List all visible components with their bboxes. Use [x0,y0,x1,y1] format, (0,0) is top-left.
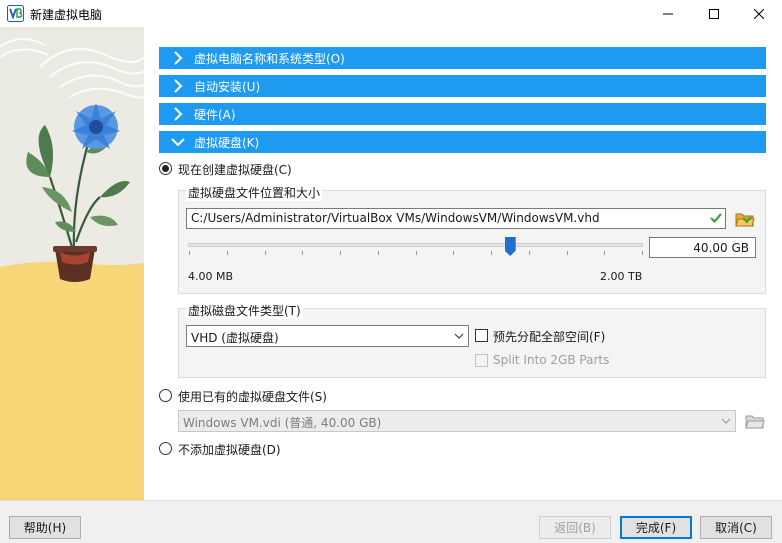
disk-type-selected: VHD (虚拟硬盘) [191,331,279,345]
section-hardware[interactable]: 硬件(A) [159,103,766,125]
slider-tick [226,251,228,255]
virtualbox-icon [7,5,24,22]
create-new-disk-radio[interactable] [159,162,172,175]
disk-size-slider-track[interactable] [188,243,643,247]
close-button[interactable] [736,0,782,27]
preallocate-checkbox[interactable] [475,329,488,342]
existing-disk-value: Windows VM.vdi (普通, 40.00 GB) [183,416,382,430]
wizard-content: 虚拟电脑名称和系统类型(O) 自动安装(U) 硬件(A) 虚拟硬盘(K) 现在创… [144,27,782,500]
slider-tick [340,251,341,255]
slider-tick [453,251,455,255]
wizard-artwork [0,27,144,500]
slider-tick [566,251,568,255]
location-size-title: 虚拟硬盘文件位置和大小 [186,184,323,201]
use-existing-disk-label[interactable]: 使用已有的虚拟硬盘文件(S) [178,388,327,405]
split-2gb-label: Split Into 2GB Parts [493,353,610,367]
create-new-disk-label[interactable]: 现在创建虚拟硬盘(C) [178,161,292,178]
help-button[interactable]: 帮助(H) [9,516,81,539]
use-existing-disk-radio[interactable] [159,389,172,402]
back-button[interactable]: 返回(B) [539,516,611,539]
chevron-down-icon [721,418,731,424]
disk-path-value: C:/Users/Administrator/VirtualBox VMs/Wi… [191,211,600,225]
disk-type-select[interactable]: VHD (虚拟硬盘) [186,325,469,347]
slider-tick [189,251,190,255]
section-label: 虚拟硬盘(K) [194,135,260,150]
slider-tick [302,251,304,255]
no-disk-radio[interactable] [159,442,172,455]
section-virtual-disk[interactable]: 虚拟硬盘(K) [159,131,766,153]
valid-check-icon [710,213,722,224]
slider-tick [528,251,530,255]
disk-path-input[interactable]: C:/Users/Administrator/VirtualBox VMs/Wi… [186,208,726,229]
title-bar: 新建虚拟电脑 [0,0,782,27]
split-2gb-checkbox[interactable] [475,354,488,367]
close-icon [754,8,764,19]
slider-tick [264,251,266,255]
no-disk-label[interactable]: 不添加虚拟硬盘(D) [178,441,281,458]
slider-tick [642,251,643,255]
chevron-right-icon [174,79,183,93]
chevron-right-icon [174,107,183,121]
disk-type-title: 虚拟磁盘文件类型(T) [186,302,303,319]
maximize-icon [709,8,719,19]
section-label: 硬件(A) [194,107,236,122]
minimize-button[interactable] [645,0,691,27]
window-title: 新建虚拟电脑 [30,8,103,22]
section-label: 虚拟电脑名称和系统类型(O) [194,51,345,66]
preallocate-label[interactable]: 预先分配全部空间(F) [493,328,605,345]
plant-illustration [0,27,144,500]
slider-tick [415,251,417,255]
chevron-right-icon [174,51,183,65]
disk-size-input[interactable]: 40.00 GB [649,237,756,258]
max-size-label: 2.00 TB [600,270,643,283]
choose-existing-folder-icon[interactable] [745,411,765,431]
slider-tick [604,251,606,255]
cancel-button[interactable]: 取消(C) [700,516,772,539]
minimize-icon [663,13,673,14]
button-bar: 帮助(H) 返回(B) 完成(F) 取消(C) [0,500,782,543]
chevron-down-icon [454,333,464,339]
slider-tick [491,251,492,255]
choose-file-folder-icon[interactable] [735,209,755,229]
maximize-button[interactable] [691,0,737,27]
existing-disk-select[interactable]: Windows VM.vdi (普通, 40.00 GB) [178,410,736,432]
min-size-label: 4.00 MB [188,270,234,283]
section-name-and-os[interactable]: 虚拟电脑名称和系统类型(O) [159,47,766,69]
section-label: 自动安装(U) [194,79,261,94]
slider-tick [377,251,379,255]
finish-button[interactable]: 完成(F) [620,516,692,539]
disk-size-value: 40.00 GB [693,241,749,255]
section-unattended-install[interactable]: 自动安装(U) [159,75,766,97]
chevron-down-icon [171,138,185,147]
